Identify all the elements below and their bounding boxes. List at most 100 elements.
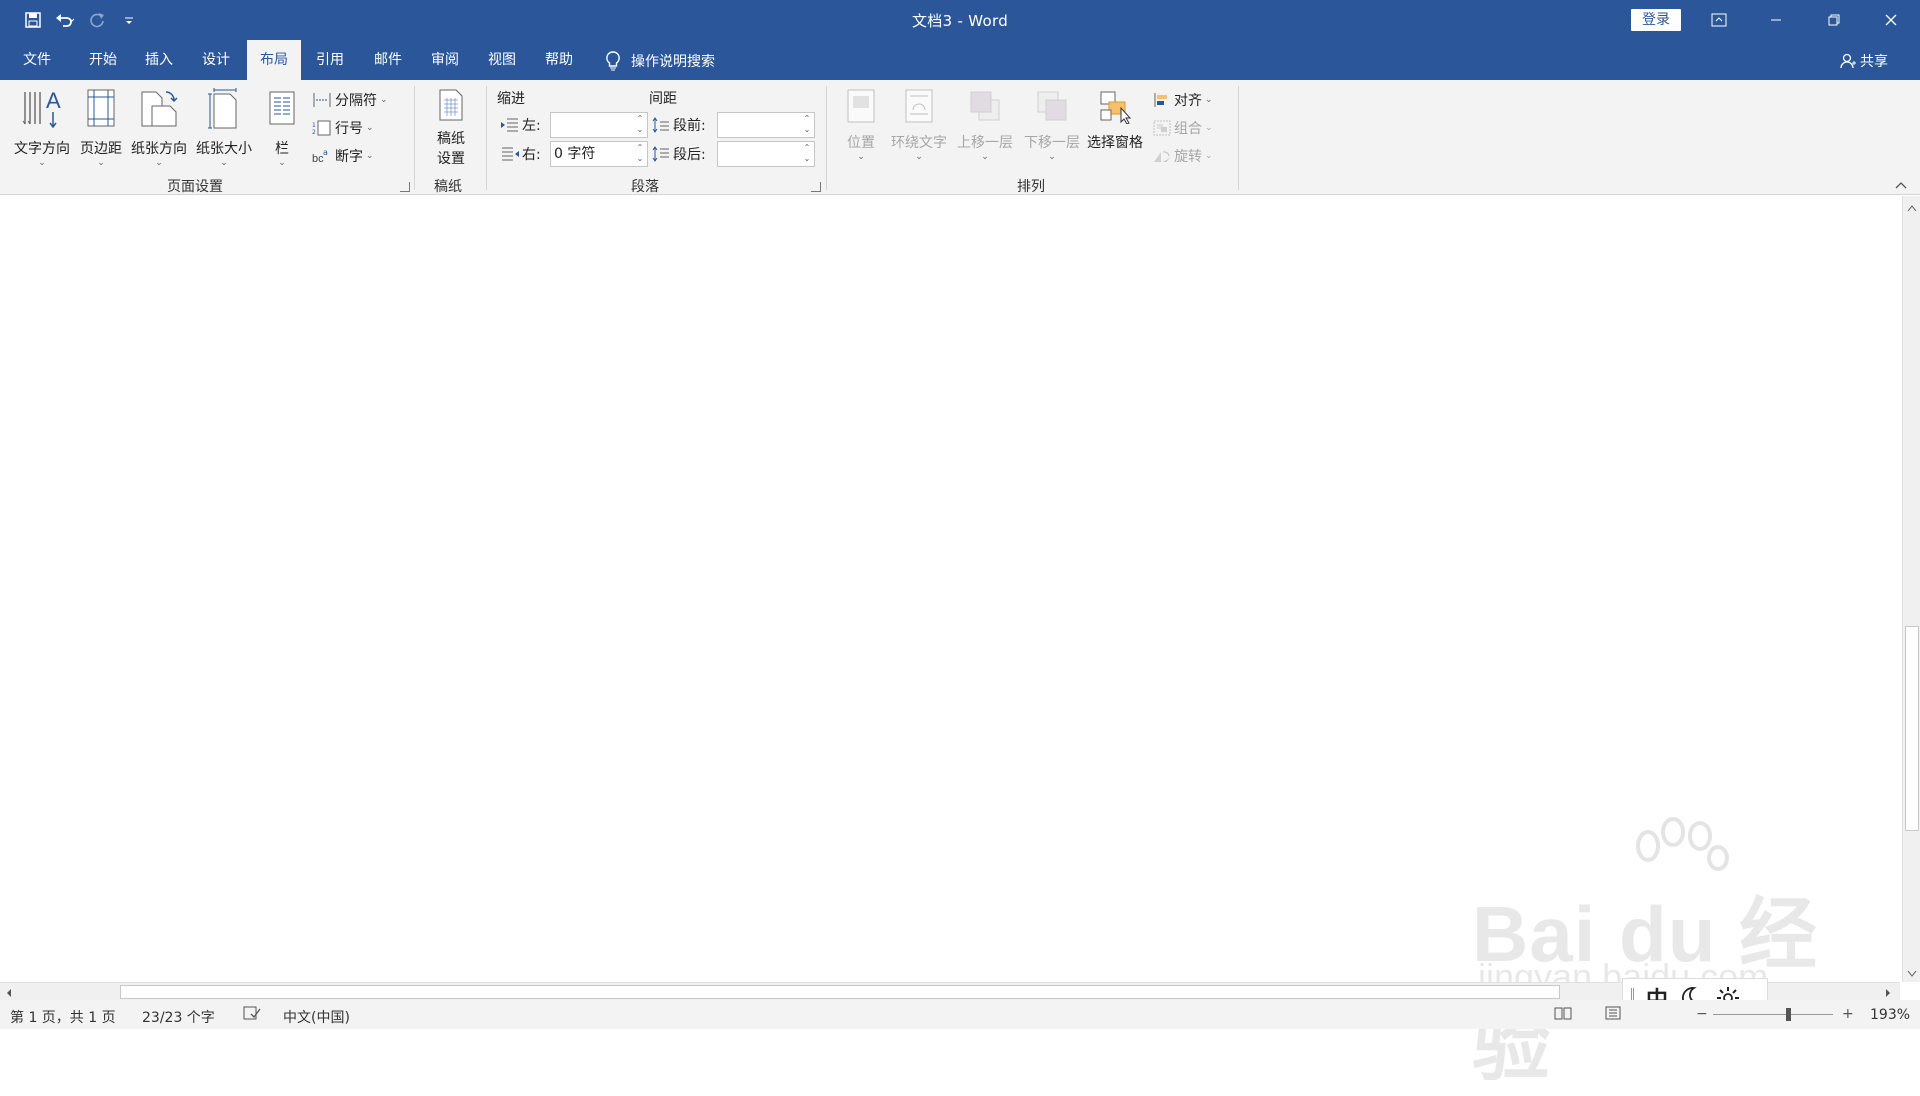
status-bar: 第 1 页，共 1 页 23/23 个字 中文(中国) − + 193% bbox=[0, 1000, 1920, 1029]
wrap-text-icon bbox=[905, 89, 933, 123]
tab-view[interactable]: 视图 bbox=[477, 40, 527, 80]
spinner-arrows[interactable]: ⌃ ⌄ bbox=[802, 142, 812, 166]
manuscript-setup-button[interactable]: 稿纸 设置 bbox=[428, 88, 474, 168]
proofing-icon[interactable] bbox=[243, 1006, 261, 1024]
share-button[interactable]: 共享 bbox=[1840, 51, 1888, 71]
group-label-manuscript: 稿纸 bbox=[434, 179, 462, 195]
size-button[interactable]: 纸张大小 ⌄ bbox=[193, 88, 255, 168]
tab-file[interactable]: 文件 bbox=[12, 40, 62, 80]
indent-title: 缩进 bbox=[497, 91, 525, 107]
chevron-down-icon: ⌄ bbox=[857, 152, 865, 162]
hyphenation-button[interactable]: bc a 断字 ⌄ bbox=[312, 145, 374, 167]
print-layout-icon[interactable] bbox=[1604, 1006, 1622, 1024]
spacing-before-label-wrap: 段前: bbox=[652, 114, 706, 136]
title-bar: 文档3 - Word 登录 bbox=[0, 0, 1920, 40]
tab-help[interactable]: 帮助 bbox=[534, 40, 584, 80]
tab-layout[interactable]: 布局 bbox=[247, 40, 301, 80]
vertical-scrollbar[interactable] bbox=[1902, 196, 1920, 982]
position-button[interactable]: 位置 ⌄ bbox=[840, 88, 882, 162]
orientation-button[interactable]: 纸张方向 ⌄ bbox=[128, 88, 190, 168]
close-button[interactable] bbox=[1868, 0, 1914, 40]
indent-left-input[interactable]: ⌃ ⌄ bbox=[550, 112, 648, 138]
restore-button[interactable] bbox=[1811, 0, 1857, 40]
horizontal-scroll-thumb[interactable] bbox=[120, 985, 1560, 999]
page-setup-dialog-launcher[interactable] bbox=[400, 182, 410, 192]
group-objects-button[interactable]: 组合 ⌄ bbox=[1153, 117, 1213, 139]
text-direction-button[interactable]: A 文字方向 ⌄ bbox=[10, 88, 74, 168]
word-count[interactable]: 23/23 个字 bbox=[142, 1007, 215, 1027]
tab-insert[interactable]: 插入 bbox=[134, 40, 184, 80]
indent-right-input[interactable]: 0 字符 ⌃ ⌄ bbox=[550, 141, 648, 167]
zoom-slider-thumb[interactable] bbox=[1786, 1008, 1791, 1021]
line-numbers-button[interactable]: 12 行号 ⌄ bbox=[312, 117, 374, 139]
wrap-text-button[interactable]: 环绕文字 ⌄ bbox=[888, 88, 950, 162]
zoom-slider-track[interactable] bbox=[1713, 1014, 1833, 1015]
chevron-up-icon bbox=[1895, 182, 1907, 189]
spacing-after-input[interactable]: ⌃ ⌄ bbox=[717, 141, 815, 167]
spinner-arrows[interactable]: ⌃ ⌄ bbox=[635, 142, 645, 166]
spacing-before-input[interactable]: ⌃ ⌄ bbox=[717, 112, 815, 138]
rotate-button[interactable]: 旋转 ⌄ bbox=[1153, 145, 1213, 167]
paragraph-dialog-launcher[interactable] bbox=[811, 182, 821, 192]
person-icon bbox=[1840, 53, 1856, 69]
chevron-down-icon: ⌄ bbox=[220, 158, 228, 168]
bring-forward-icon bbox=[970, 91, 1000, 121]
vertical-scroll-thumb[interactable] bbox=[1905, 626, 1919, 831]
ribbon: A 文字方向 ⌄ 页边距 ⌄ 纸张方向 ⌄ 纸张大小 ⌄ 栏 ⌄ 分隔符 ⌄ 1… bbox=[0, 80, 1920, 195]
paper-size-icon bbox=[208, 88, 237, 129]
minimize-button[interactable] bbox=[1753, 0, 1799, 40]
indent-left-label-wrap: 左: bbox=[501, 114, 541, 136]
read-mode-icon[interactable] bbox=[1554, 1006, 1572, 1024]
svg-text:2: 2 bbox=[312, 129, 316, 136]
group-label-arrange: 排列 bbox=[1017, 179, 1045, 195]
align-button[interactable]: 对齐 ⌄ bbox=[1153, 89, 1213, 111]
group-separator bbox=[826, 86, 827, 190]
indent-right-label-wrap: 右: bbox=[501, 143, 541, 165]
indent-left-icon bbox=[501, 118, 518, 132]
hyphenation-icon: bca bbox=[312, 148, 328, 164]
language-status[interactable]: 中文(中国) bbox=[283, 1007, 350, 1027]
line-numbers-icon: 12 bbox=[312, 120, 331, 136]
bring-forward-button[interactable]: 上移一层 ⌄ bbox=[953, 88, 1017, 162]
send-backward-button[interactable]: 下移一层 ⌄ bbox=[1020, 88, 1084, 162]
tell-me-search[interactable]: 操作说明搜索 bbox=[605, 51, 715, 71]
tab-design[interactable]: 设计 bbox=[191, 40, 241, 80]
group-label-page-setup: 页面设置 bbox=[167, 179, 223, 195]
columns-button[interactable]: 栏 ⌄ bbox=[264, 88, 300, 168]
page-count[interactable]: 第 1 页，共 1 页 bbox=[10, 1007, 116, 1027]
text-direction-icon: A bbox=[22, 88, 61, 129]
tab-home[interactable]: 开始 bbox=[78, 40, 128, 80]
collapse-ribbon-button[interactable] bbox=[1894, 178, 1908, 194]
margins-button[interactable]: 页边距 ⌄ bbox=[76, 88, 126, 168]
watermark: Bai du 经验 jingyan.baidu.com bbox=[1472, 816, 1822, 1090]
tab-mailings[interactable]: 邮件 bbox=[363, 40, 413, 80]
chevron-down-icon: ⌄ bbox=[97, 158, 105, 168]
login-button[interactable]: 登录 bbox=[1631, 9, 1681, 31]
lightbulb-icon bbox=[606, 51, 620, 71]
group-separator bbox=[1238, 86, 1239, 190]
spinner-arrows[interactable]: ⌃ ⌄ bbox=[635, 113, 645, 137]
spacing-before-icon bbox=[652, 117, 669, 133]
chevron-down-icon: ⌄ bbox=[1048, 152, 1056, 162]
scroll-up-icon[interactable] bbox=[1907, 200, 1917, 216]
tell-me-label: 操作说明搜索 bbox=[631, 54, 715, 70]
selection-pane-button[interactable]: 选择窗格 bbox=[1083, 88, 1147, 152]
horizontal-scrollbar[interactable] bbox=[0, 982, 1900, 1000]
selection-pane-icon bbox=[1100, 91, 1132, 125]
group-separator bbox=[414, 86, 415, 190]
position-icon bbox=[847, 89, 875, 123]
zoom-in-button[interactable]: + bbox=[1842, 1006, 1854, 1022]
chevron-down-icon: ⌄ bbox=[915, 152, 923, 162]
spinner-arrows[interactable]: ⌃ ⌄ bbox=[802, 113, 812, 137]
svg-text:a: a bbox=[323, 148, 328, 157]
tab-review[interactable]: 审阅 bbox=[420, 40, 470, 80]
ribbon-display-options-button[interactable] bbox=[1696, 0, 1742, 40]
tab-references[interactable]: 引用 bbox=[305, 40, 355, 80]
spacing-after-label-wrap: 段后: bbox=[652, 143, 706, 165]
zoom-level[interactable]: 193% bbox=[1870, 1007, 1910, 1023]
scroll-down-icon[interactable] bbox=[1907, 966, 1917, 982]
zoom-out-button[interactable]: − bbox=[1696, 1006, 1708, 1022]
breaks-button[interactable]: 分隔符 ⌄ bbox=[312, 89, 388, 111]
rotate-icon bbox=[1154, 151, 1170, 162]
group-objects-icon bbox=[1153, 120, 1171, 136]
